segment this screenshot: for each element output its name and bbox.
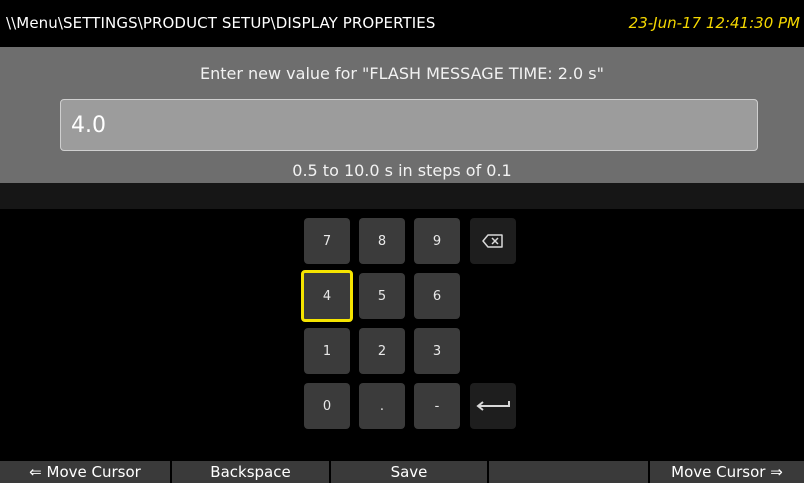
breadcrumb-path: \\Menu\SETTINGS\PRODUCT SETUP\DISPLAY PR… [6,14,436,32]
backspace-button[interactable]: Backspace [172,461,331,483]
empty-softkey[interactable] [489,461,650,483]
key-6[interactable]: 6 [414,273,460,319]
entry-prompt: Enter new value for "FLASH MESSAGE TIME:… [199,64,604,83]
enter-arrow-icon [476,401,510,411]
enter-key[interactable] [470,383,516,429]
softkey-bar: ⇐ Move Cursor Backspace Save Move Cursor… [0,461,804,483]
datetime-display: 23-Jun-17 12:41:30 PM [628,14,800,32]
value-entry-panel: Enter new value for "FLASH MESSAGE TIME:… [0,47,804,183]
title-bar: \\Menu\SETTINGS\PRODUCT SETUP\DISPLAY PR… [0,0,804,47]
range-hint: 0.5 to 10.0 s in steps of 0.1 [292,161,512,180]
key-0[interactable]: 0 [304,383,350,429]
backspace-key[interactable] [470,218,516,264]
key-5[interactable]: 5 [359,273,405,319]
key-1[interactable]: 1 [304,328,350,374]
value-input[interactable] [61,100,757,150]
backspace-icon [482,234,503,248]
save-button[interactable]: Save [331,461,489,483]
panel-divider [0,183,804,209]
key-minus[interactable]: - [414,383,460,429]
move-cursor-left-button[interactable]: ⇐ Move Cursor [0,461,172,483]
key-7[interactable]: 7 [304,218,350,264]
key-8[interactable]: 8 [359,218,405,264]
key-9[interactable]: 9 [414,218,460,264]
key-3[interactable]: 3 [414,328,460,374]
key-4[interactable]: 4 [301,270,353,322]
move-cursor-right-button[interactable]: Move Cursor ⇒ [650,461,804,483]
key-decimal[interactable]: . [359,383,405,429]
value-field[interactable] [60,99,758,151]
key-2[interactable]: 2 [359,328,405,374]
